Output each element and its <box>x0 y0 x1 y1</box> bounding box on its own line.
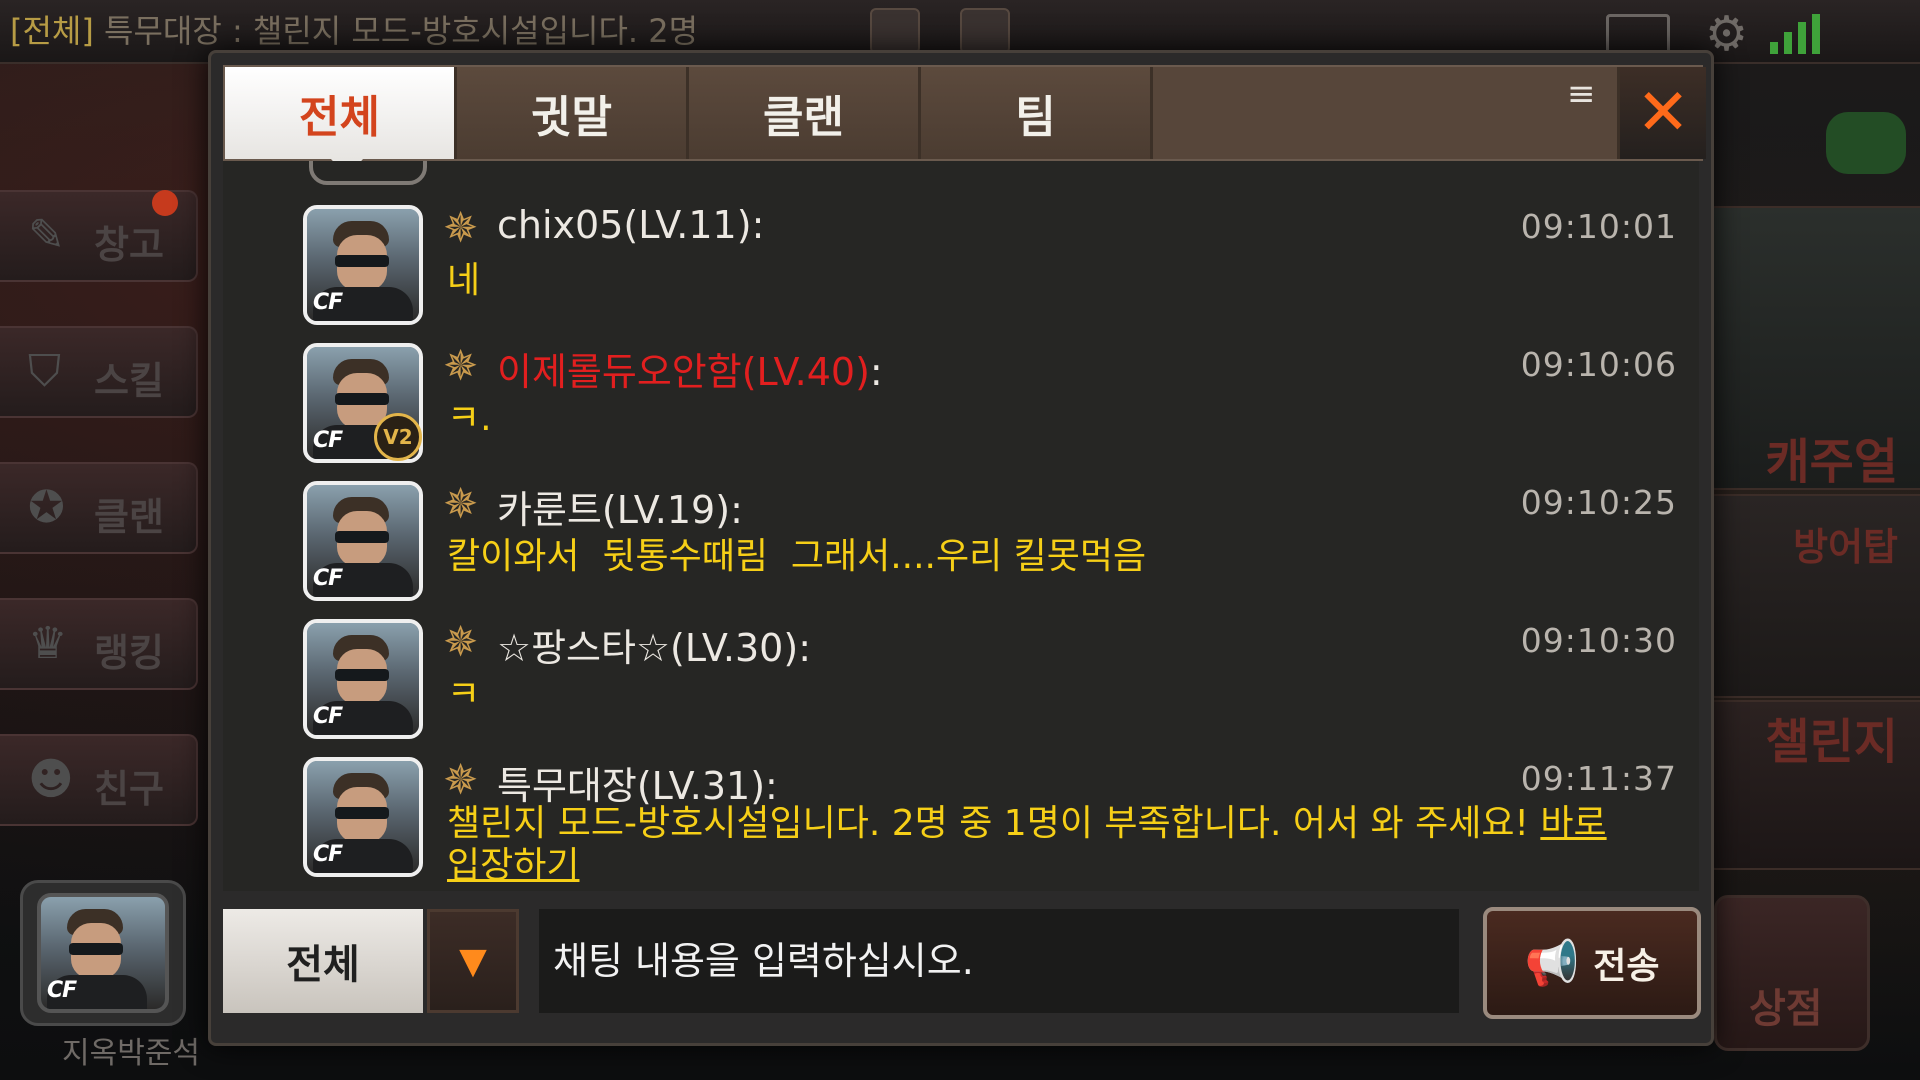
v2-badge: V2 <box>374 413 422 461</box>
menu-warehouse[interactable]: ✎ 창고 <box>0 190 198 282</box>
message-username[interactable]: 특무대장(LV.31): <box>497 755 778 810</box>
message-username[interactable]: 이제롤듀오안함(LV.40): <box>497 341 883 396</box>
marquee-tag: [전체] <box>10 12 94 50</box>
mode-label: 캐주얼 <box>1765 434 1898 490</box>
avatar: CF <box>37 893 169 1013</box>
marquee-text: 특무대장 : 챌린지 모드-방호시설입니다. 2명 <box>93 12 699 50</box>
menu-label: 창고 <box>94 223 164 267</box>
system-marquee: [전체] 특무대장 : 챌린지 모드-방호시설입니다. 2명 <box>10 6 698 52</box>
menu-label: 스킬 <box>94 359 164 403</box>
send-label: 전송 <box>1593 946 1660 987</box>
avatar-logo: CF <box>313 566 343 591</box>
chat-message-input[interactable] <box>539 909 1459 1013</box>
message-username[interactable]: ☆팡스타☆(LV.30): <box>497 617 811 672</box>
close-icon: ✕ <box>1636 76 1690 150</box>
menu-ranking[interactable]: ♛ 랭킹 <box>0 598 198 690</box>
mode-casual[interactable]: 캐주얼 <box>1706 206 1920 490</box>
chat-message: CF ✵ 카룬트(LV.19): 09:10:25 칼이와서 뒷통수때림 그래서… <box>223 481 1693 619</box>
ranking-icon: ♛ <box>28 618 68 669</box>
friends-icon: ☻ <box>28 754 74 805</box>
tab-whisper[interactable]: 귓말 <box>457 67 689 159</box>
chat-tab-bar: 전체 귓말 클랜 팀 ≡ ✕ <box>223 65 1706 177</box>
message-text: ㅋ <box>447 674 481 715</box>
player-name: 지옥박준석 <box>62 1036 200 1071</box>
avatar[interactable]: CF <box>303 757 423 877</box>
avatar-logo: CF <box>47 978 77 1003</box>
avatar-logo: CF <box>313 842 343 867</box>
message-time: 09:10:01 <box>1520 207 1677 246</box>
scope-dropdown-button[interactable]: ▼ <box>427 909 519 1013</box>
signal-icon <box>1770 14 1824 54</box>
menu-icon[interactable]: ≡ <box>1567 77 1596 111</box>
rank-badge-icon: ✵ <box>443 617 479 666</box>
chevron-down-icon: ▼ <box>459 940 487 982</box>
rank-badge-icon: ✵ <box>443 203 479 252</box>
message-time: 09:10:25 <box>1520 483 1677 522</box>
message-body: 챌린지 모드-방호시설입니다. 2명 중 1명이 부족합니다. 어서 와 주세요… <box>447 803 1541 844</box>
chat-dialog: 전체 귓말 클랜 팀 ≡ ✕ CF ✵ chix05(LV.11): 09:10… <box>208 50 1714 1046</box>
skill-icon: ⛉ <box>28 346 61 397</box>
gamepad-icon[interactable] <box>1826 112 1906 174</box>
menu-clan[interactable]: ✪ 클랜 <box>0 462 198 554</box>
tab-all[interactable]: 전체 <box>225 67 457 177</box>
send-button[interactable]: 📢 전송 <box>1483 907 1701 1019</box>
chat-input-bar: 전체 ▼ 📢 전송 <box>211 901 1705 1027</box>
notification-dot <box>152 190 178 216</box>
chat-message-list[interactable]: CF ✵ chix05(LV.11): 09:10:01 네 CF V2 ✵ 이… <box>223 161 1699 891</box>
chat-message: CF ✵ chix05(LV.11): 09:10:01 네 <box>223 203 1693 343</box>
message-username[interactable]: chix05(LV.11): <box>497 203 764 247</box>
menu-label: 랭킹 <box>94 631 164 675</box>
tab-clan[interactable]: 클랜 <box>689 67 921 159</box>
shop-label: 상점 <box>1749 986 1823 1032</box>
mode-label: 챌린지 <box>1765 714 1898 770</box>
avatar[interactable]: CF <box>303 619 423 739</box>
chat-message: CF ✵ 특무대장(LV.31): 09:11:37 챌린지 모드-방호시설입니… <box>223 757 1693 891</box>
menu-skill[interactable]: ⛉ 스킬 <box>0 326 198 418</box>
avatar-logo: CF <box>313 704 343 729</box>
menu-label: 클랜 <box>94 495 164 539</box>
gift-icon[interactable] <box>960 8 1010 54</box>
clan-icon: ✪ <box>28 482 65 533</box>
menu-friends[interactable]: ☻ 친구 <box>0 734 198 826</box>
rank-badge-icon: ✵ <box>443 341 479 390</box>
rank-badge-icon: ✵ <box>443 479 479 528</box>
message-time: 09:10:30 <box>1520 621 1677 660</box>
player-avatar[interactable]: CF <box>20 880 186 1026</box>
avatar-logo: CF <box>313 428 343 453</box>
message-username[interactable]: 카룬트(LV.19): <box>497 479 743 534</box>
avatar-fragment <box>309 161 427 185</box>
chat-scope-selector[interactable]: 전체 <box>223 909 423 1013</box>
chat-message: CF V2 ✵ 이제롤듀오안함(LV.40): 09:10:06 ㅋ. <box>223 343 1693 481</box>
event-icon[interactable] <box>870 8 920 54</box>
menu-label: 친구 <box>94 767 164 811</box>
message-time: 09:11:37 <box>1520 759 1677 798</box>
message-text: 네 <box>447 260 481 301</box>
tab-team[interactable]: 팀 <box>921 67 1153 159</box>
chat-message: CF ✵ ☆팡스타☆(LV.30): 09:10:30 ㅋ <box>223 619 1693 757</box>
close-button[interactable]: ✕ <box>1617 67 1706 159</box>
megaphone-icon: 📢 <box>1524 938 1580 989</box>
mode-defense[interactable]: 방어탑 <box>1706 494 1920 698</box>
shop-button[interactable]: 상점 <box>1714 895 1870 1051</box>
mode-challenge[interactable]: 챌린지 <box>1706 700 1920 870</box>
avatar[interactable]: CF <box>303 481 423 601</box>
rank-badge-icon: ✵ <box>443 755 479 804</box>
avatar[interactable]: CF <box>303 205 423 325</box>
message-text: ㅋ. <box>447 398 492 439</box>
message-text: 칼이와서 뒷통수때림 그래서....우리 킬못먹음 <box>447 536 1147 577</box>
avatar-logo: CF <box>313 290 343 315</box>
warehouse-icon: ✎ <box>28 210 65 261</box>
message-time: 09:10:06 <box>1520 345 1677 384</box>
message-text: 챌린지 모드-방호시설입니다. 2명 중 1명이 부족합니다. 어서 와 주세요… <box>447 803 1627 887</box>
mode-label: 방어탑 <box>1793 525 1898 569</box>
